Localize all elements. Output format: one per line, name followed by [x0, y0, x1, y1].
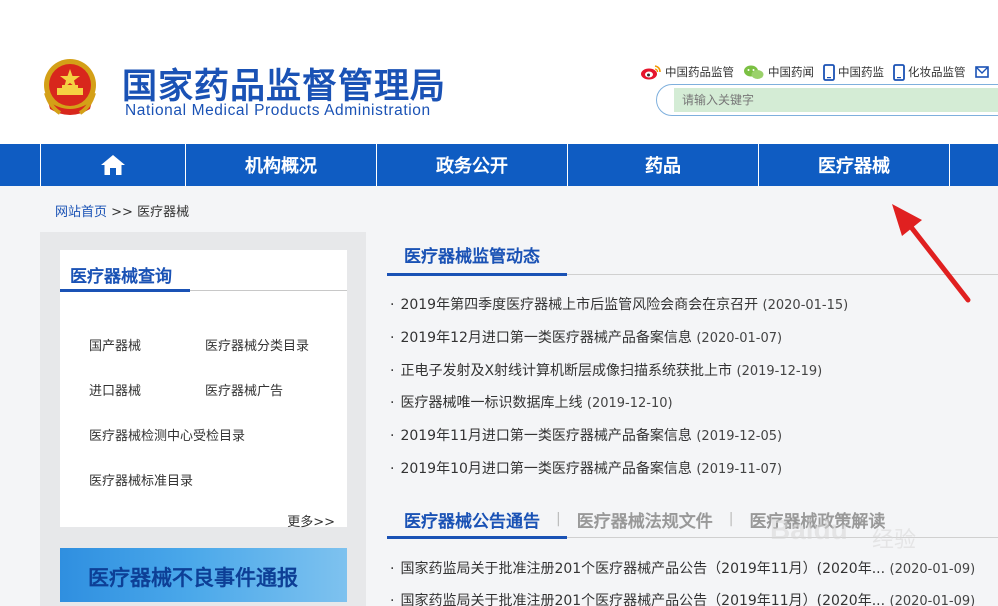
news-title: 2019年12月进口第一类医疗器械产品备案信息 — [400, 330, 692, 346]
news-item[interactable]: · 2019年第四季度医疗器械上市后监管风险会商会在京召开 (2020-01-15… — [390, 294, 848, 314]
home-icon — [101, 155, 125, 175]
title-underline — [60, 289, 190, 292]
national-emblem-icon[interactable] — [40, 57, 100, 121]
wechat-icon — [744, 65, 764, 79]
query-link-standards[interactable]: 医疗器械标准目录 — [89, 470, 193, 489]
news-item[interactable]: · 2019年12月进口第一类医疗器械产品备案信息 (2020-01-07) — [390, 327, 782, 347]
news-item[interactable]: · 医疗器械唯一标识数据库上线 (2019-12-10) — [390, 392, 673, 412]
bullet: · — [390, 561, 395, 577]
red-arrow-annotation-icon — [892, 204, 971, 303]
tab-announcements[interactable]: 医疗器械公告通告 — [404, 507, 540, 532]
query-panel: 医疗器械查询 国产器械 医疗器械分类目录 进口器械 医疗器械广告 医疗器械检测中… — [60, 250, 347, 530]
breadcrumb-home-link[interactable]: 网站首页 — [55, 205, 107, 220]
top-link-email[interactable] — [974, 65, 992, 79]
more-link[interactable]: 更多>> — [287, 511, 335, 530]
news-date: (2020-01-09) — [889, 594, 976, 606]
nav-label: 药品 — [645, 156, 681, 177]
news-item[interactable]: · 国家药监局关于批准注册201个医疗器械产品公告（2019年11月）(2020年… — [390, 590, 975, 606]
breadcrumb-separator: >> — [107, 205, 138, 220]
tab-separator: | — [728, 511, 734, 527]
news-date: (2019-12-10) — [586, 396, 673, 411]
search-box — [656, 84, 998, 116]
news-title: 2019年第四季度医疗器械上市后监管风险会商会在京召开 — [400, 297, 759, 313]
banner-text: 医疗器械不良事件通报 — [88, 566, 298, 590]
top-link-label: 中国药闻 — [768, 65, 814, 79]
news-date: (2020-01-15) — [762, 298, 849, 313]
search-input[interactable] — [674, 88, 998, 112]
top-links: 中国药品监管 中国药闻 中国药监 化妆品监管 — [640, 62, 998, 82]
bullet: · — [390, 363, 395, 379]
nav-item-zhengwu[interactable]: 政务公开 — [377, 144, 568, 186]
news-title: 国家药监局关于批准注册201个医疗器械产品公告（2019年11月）(2020年.… — [400, 593, 886, 606]
nav-label: 机构概况 — [245, 156, 317, 177]
query-link-imported[interactable]: 进口器械 — [89, 380, 141, 399]
bullet: · — [390, 395, 395, 411]
top-link-wechat[interactable]: 中国药闻 — [743, 64, 814, 80]
top-link-label: 化妆品监管 — [908, 65, 966, 79]
query-link-catalog[interactable]: 医疗器械分类目录 — [205, 335, 309, 354]
left-sidebar: 医疗器械查询 国产器械 医疗器械分类目录 进口器械 医疗器械广告 医疗器械检测中… — [40, 232, 366, 606]
mobile-icon — [893, 63, 905, 81]
weibo-icon — [641, 65, 661, 80]
nav-home[interactable] — [40, 144, 186, 186]
breadcrumb: 网站首页 >> 医疗器械 — [55, 201, 189, 220]
main-nav: 机构概况 政务公开 药品 医疗器械 — [0, 144, 998, 186]
nav-item-yiliaoqixie[interactable]: 医疗器械 — [759, 144, 950, 186]
bullet: · — [390, 461, 395, 477]
baidu-watermark: Baidu 经验 — [752, 494, 952, 564]
tab-separator: | — [556, 511, 561, 527]
breadcrumb-current: 医疗器械 — [137, 205, 190, 220]
watermark-sub: 经验 — [872, 528, 917, 553]
title-underline — [387, 273, 567, 276]
bullet: · — [390, 297, 395, 313]
news-item[interactable]: · 正电子发射及X射线计算机断层成像扫描系统获批上市 (2019-12-19) — [390, 360, 822, 380]
query-link-testing-center[interactable]: 医疗器械检测中心受检目录 — [89, 425, 245, 444]
nav-label: 政务公开 — [436, 156, 508, 177]
adverse-event-banner[interactable]: 医疗器械不良事件通报 — [60, 548, 347, 602]
top-link-weibo[interactable]: 中国药品监管 — [640, 64, 734, 80]
bullet: · — [390, 428, 395, 444]
news-item[interactable]: · 2019年11月进口第一类医疗器械产品备案信息 (2019-12-05) — [390, 425, 782, 445]
bullet: · — [390, 593, 395, 606]
bullet: · — [390, 330, 395, 346]
news-date: (2020-01-09) — [889, 562, 976, 577]
title-underline — [387, 536, 567, 539]
news-date: (2019-12-19) — [736, 364, 823, 379]
top-link-label: 中国药品监管 — [665, 65, 734, 79]
news-title: 正电子发射及X射线计算机断层成像扫描系统获批上市 — [400, 363, 733, 379]
news-title: 2019年11月进口第一类医疗器械产品备案信息 — [400, 428, 692, 444]
news-item[interactable]: · 2019年10月进口第一类医疗器械产品备案信息 (2019-11-07) — [390, 458, 782, 478]
section-title-supervision-news[interactable]: 医疗器械监管动态 — [404, 242, 540, 267]
query-link-ads[interactable]: 医疗器械广告 — [205, 380, 283, 399]
news-date: (2019-12-05) — [696, 429, 783, 444]
mobile-icon — [823, 63, 835, 81]
query-panel-title: 医疗器械查询 — [70, 267, 172, 287]
tab-regulations[interactable]: 医疗器械法规文件 — [577, 507, 713, 532]
top-link-label: 中国药监 — [838, 65, 884, 79]
top-link-app-yaojian[interactable]: 中国药监 — [823, 63, 884, 81]
watermark-text: Baidu — [770, 514, 848, 545]
news-date: (2020-01-07) — [696, 331, 783, 346]
news-title: 2019年10月进口第一类医疗器械产品备案信息 — [400, 461, 692, 477]
news-date: (2019-11-07) — [696, 462, 783, 477]
site-title-en[interactable]: National Medical Products Administration — [125, 102, 431, 120]
query-link-domestic[interactable]: 国产器械 — [89, 335, 141, 354]
site-header: 国家药品监督管理局 National Medical Products Admi… — [0, 0, 998, 144]
email-icon — [974, 66, 989, 78]
nav-label: 医疗器械 — [818, 156, 890, 177]
nav-item-yaopin[interactable]: 药品 — [568, 144, 759, 186]
top-link-app-cosmetics[interactable]: 化妆品监管 — [893, 63, 966, 81]
nav-item-jigou[interactable]: 机构概况 — [186, 144, 377, 186]
news-title: 医疗器械唯一标识数据库上线 — [400, 395, 583, 411]
